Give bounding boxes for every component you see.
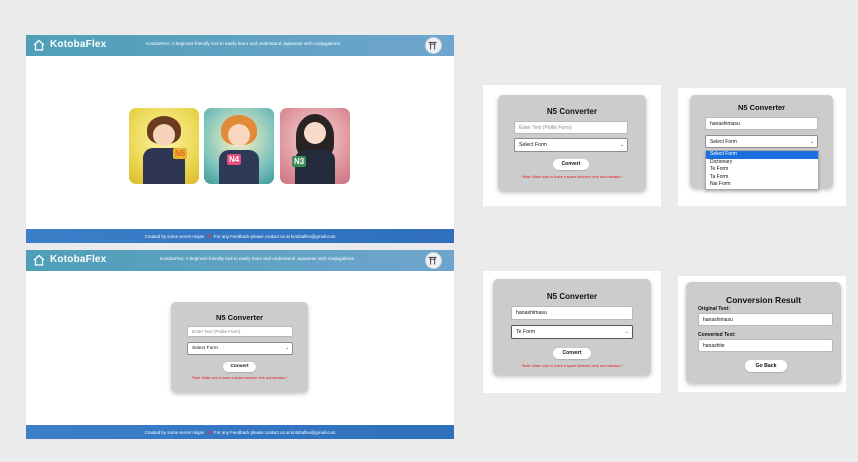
space-note: *Note: Make sure to leave a space betwee… [521,364,623,368]
level-card-n3[interactable]: N3 [280,108,350,184]
form-option[interactable]: Select Form [706,151,818,159]
form-select[interactable]: Select Form ⌄ [514,138,628,152]
converter-dropdown-screenshot: N5 Converter hanashimasu Select Form ⌄ S… [678,88,846,206]
go-back-button[interactable]: Go Back [745,360,787,372]
chevron-down-icon: ⌄ [619,142,624,148]
converter-filled-screenshot: N5 Converter hanashimasu Te Form ⌄ Conve… [483,271,661,393]
footer-credit: Created by some secret ninjas [144,430,204,435]
footer-contact[interactable]: For any Feedback please contact us at ko… [214,430,335,435]
chevron-down-icon: ⌄ [284,346,289,351]
form-option[interactable]: Te Form [706,166,818,174]
form-option[interactable]: Dictionary [706,159,818,167]
app-footer: Created by some secret ninjas ❤ For any … [26,229,454,243]
converted-text-label: Converted Text: [698,332,736,338]
app-header: KotobaFlex KotobaFlex: A beginner-friend… [26,250,454,271]
verb-input[interactable]: Enter Text (Polite Form) [514,121,628,134]
converter-title: N5 Converter [737,103,786,112]
face [153,124,175,146]
tagline: KotobaFlex: A beginner-friendly tool to … [146,41,342,46]
level-badge-n4: N4 [227,154,242,165]
convert-button[interactable]: Convert [553,159,589,170]
converter-empty-screenshot: N5 Converter Enter Text (Polite Form) Se… [483,85,661,206]
space-note: *Note: Make sure to leave a space betwee… [521,175,623,179]
level-badge-n3: N3 [292,156,307,167]
form-select-value: Te Form [516,329,536,335]
app-footer: Created by some secret ninjas ❤ For any … [26,425,454,439]
heart-icon: ❤ [207,234,211,239]
form-option[interactable]: Ta Form [706,174,818,182]
verb-input[interactable]: hanashimasu [705,117,818,130]
chevron-down-icon: ⌄ [809,139,814,145]
face [228,124,250,146]
original-text-field: hanashimasu [698,313,833,326]
form-select[interactable]: Select Form ⌄ [187,342,293,355]
form-select[interactable]: Te Form ⌄ [511,325,633,339]
converter-title: N5 Converter [215,313,264,322]
original-text-label: Original Text: [698,306,730,312]
verb-input[interactable]: Enter Text (Polite Form) [187,326,293,337]
converter-card: N5 Converter Enter Text (Polite Form) Se… [498,95,646,191]
form-dropdown-list: Select Form Dictionary Te Form Ta Form N… [705,150,819,190]
level-card-n4[interactable]: N4 [204,108,274,184]
home-icon[interactable] [33,254,45,266]
form-select-value: Select Form [710,139,737,145]
convert-button[interactable]: Convert [553,348,591,359]
form-select-value: Select Form [519,142,547,148]
chevron-down-icon: ⌄ [624,329,629,335]
home-icon[interactable] [33,39,45,51]
footer-credit: Created by some secret ninjas [144,234,204,239]
converted-text-field: hanashite [698,339,833,352]
form-select-value: Select Form [192,346,218,351]
level-badge-n5: N5 [173,148,188,159]
torii-gate-icon[interactable] [425,252,442,269]
converter-title: N5 Converter [546,107,598,116]
footer-contact[interactable]: For any Feedback please contact us at ko… [214,234,335,239]
brand-title[interactable]: KotobaFlex [50,39,106,50]
converter-card: N5 Converter hanashimasu Te Form ⌄ Conve… [493,279,651,375]
form-option[interactable]: Nai Form [706,181,818,189]
form-select[interactable]: Select Form ⌄ [705,135,818,148]
convert-button[interactable]: Convert [223,362,256,372]
converter-page-screenshot: KotobaFlex KotobaFlex: A beginner-friend… [26,250,454,439]
home-page-screenshot: KotobaFlex KotobaFlex: A beginner-friend… [26,35,454,243]
tagline: KotobaFlex: A beginner-friendly tool to … [160,256,356,261]
converter-card: N5 Converter Enter Text (Polite Form) Se… [171,302,308,392]
torii-gate-icon[interactable] [425,37,442,54]
level-card-n5[interactable]: N5 [129,108,199,184]
heart-icon: ❤ [207,430,211,435]
face [304,122,326,144]
result-title: Conversion Result [725,295,802,305]
app-header: KotobaFlex KotobaFlex: A beginner-friend… [26,35,454,56]
converter-title: N5 Converter [546,292,598,301]
space-note: *Note: Make sure to leave a space betwee… [191,376,288,380]
brand-title[interactable]: KotobaFlex [50,254,106,265]
result-card: Conversion Result Original Text: hanashi… [686,282,841,383]
verb-input[interactable]: hanashimasu [511,306,633,320]
conversion-result-screenshot: Conversion Result Original Text: hanashi… [678,276,846,392]
